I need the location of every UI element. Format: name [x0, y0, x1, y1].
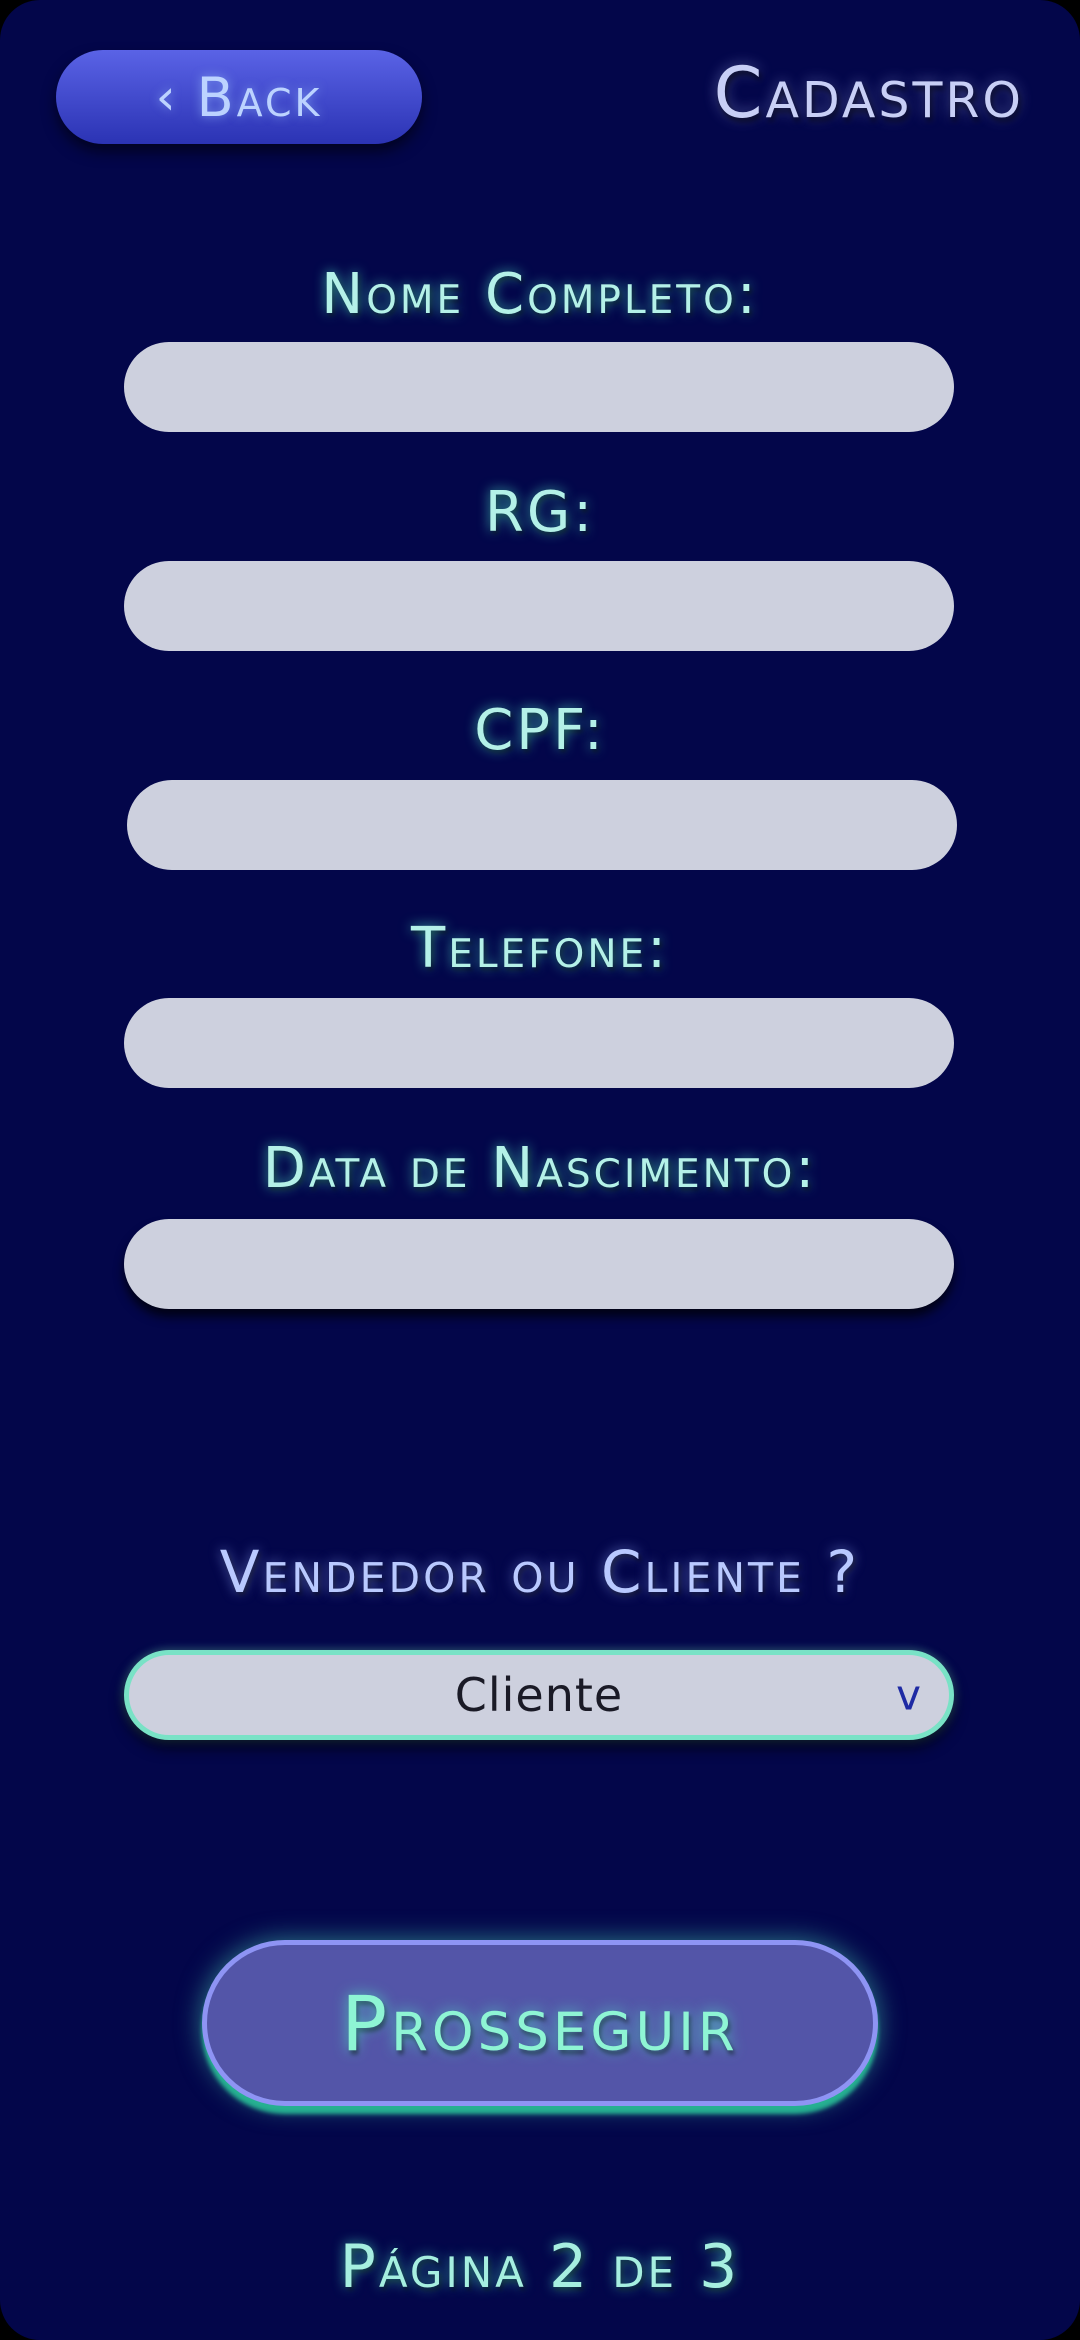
phone-input[interactable]: [124, 998, 954, 1088]
chevron-down-icon: v: [896, 1670, 921, 1720]
proceed-button[interactable]: Prosseguir: [202, 1940, 878, 2106]
proceed-button-label: Prosseguir: [341, 1978, 739, 2068]
role-label: Vendedor ou Cliente ?: [219, 1538, 861, 1606]
back-button[interactable]: ‹ Back: [56, 50, 422, 144]
role-selected-value: Cliente: [454, 1668, 624, 1722]
rg-input[interactable]: [124, 561, 954, 651]
birth-date-label: Data de Nascimento:: [262, 1136, 818, 1201]
role-select[interactable]: Cliente v: [124, 1650, 954, 1740]
full-name-input[interactable]: [124, 342, 954, 432]
registration-screen: ‹ Back Cadastro Nome Completo: RG: CPF: …: [0, 0, 1080, 2340]
cpf-input[interactable]: [127, 780, 957, 870]
cpf-label: CPF:: [474, 698, 606, 763]
birth-date-input[interactable]: [124, 1219, 954, 1309]
page-title: Cadastro: [713, 52, 1024, 134]
back-button-label: Back: [196, 65, 323, 129]
chevron-left-icon: ‹: [155, 68, 179, 126]
full-name-label: Nome Completo:: [321, 262, 759, 327]
page-indicator: Página 2 de 3: [339, 2232, 741, 2302]
rg-label: RG:: [484, 480, 596, 545]
phone-label: Telefone:: [410, 916, 670, 981]
